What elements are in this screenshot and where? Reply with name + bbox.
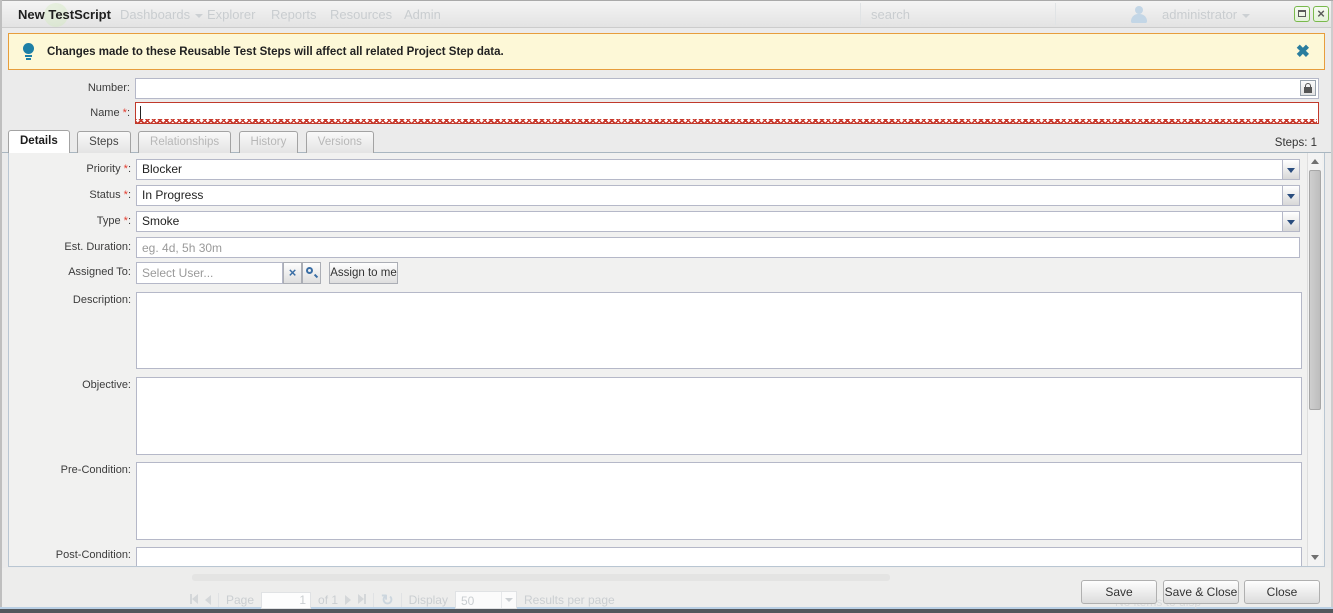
- tab-versions: Versions: [306, 131, 374, 153]
- last-page-icon: [358, 593, 366, 607]
- details-panel: Priority *: Blocker Status *: In Progres…: [8, 153, 1325, 567]
- page-size-value: 50: [461, 594, 474, 608]
- steps-counter: Steps: 1: [1275, 137, 1317, 149]
- page-number-input: [261, 592, 311, 609]
- type-value: Smoke: [142, 214, 179, 228]
- lightbulb-icon: [23, 43, 34, 61]
- panel-scrollbar[interactable]: [1307, 153, 1322, 566]
- assigned-to-label: Assigned To:: [9, 266, 131, 278]
- nav-dashboards: Dashboards: [120, 7, 203, 22]
- est-duration-label: Est. Duration:: [9, 241, 131, 253]
- refresh-icon: ↻: [381, 591, 394, 609]
- status-dropdown-trigger[interactable]: [1282, 186, 1299, 205]
- nav-divider: [1055, 3, 1056, 25]
- lock-icon[interactable]: [1300, 80, 1316, 96]
- pager-divider: [401, 593, 402, 607]
- scrollbar-thumb[interactable]: [1309, 170, 1321, 410]
- magnifier-icon: [306, 267, 318, 279]
- chevron-down-icon: [1287, 194, 1295, 199]
- dismiss-notification-button[interactable]: ✖: [1296, 42, 1310, 62]
- assign-to-me-button[interactable]: Assign to me: [329, 262, 398, 284]
- post-condition-textarea[interactable]: [136, 547, 1302, 567]
- save-and-close-button[interactable]: Save & Close: [1163, 580, 1239, 604]
- tab-steps[interactable]: Steps: [77, 131, 130, 153]
- type-label: Type *:: [9, 215, 131, 227]
- pre-condition-label: Pre-Condition:: [9, 464, 131, 476]
- close-icon: ×: [1317, 6, 1325, 21]
- tab-relationships: Relationships: [138, 131, 231, 153]
- tab-bar: Details Steps Relationships History Vers…: [2, 130, 1331, 153]
- nav-explorer: Explorer: [207, 7, 255, 22]
- post-condition-label: Post-Condition:: [9, 549, 131, 561]
- objective-label: Objective:: [9, 379, 131, 391]
- save-button[interactable]: Save: [1081, 580, 1157, 604]
- nav-divider: [860, 3, 861, 25]
- scroll-down-icon[interactable]: [1311, 555, 1319, 560]
- priority-combo[interactable]: Blocker: [136, 159, 1300, 180]
- number-input[interactable]: [135, 78, 1319, 99]
- new-testscript-window: New TestScript Dashboards Explorer Repor…: [0, 0, 1333, 613]
- search-user-button[interactable]: [302, 262, 321, 284]
- priority-value: Blocker: [142, 162, 182, 176]
- user-avatar-icon: [1130, 5, 1148, 24]
- assigned-to-input[interactable]: [136, 262, 283, 284]
- close-button[interactable]: Close: [1244, 580, 1320, 604]
- clear-icon: ×: [289, 265, 297, 280]
- scroll-up-icon[interactable]: [1311, 159, 1319, 164]
- page-label: Page: [226, 593, 254, 607]
- results-per-page-label: Results per page: [524, 593, 615, 607]
- type-dropdown-trigger[interactable]: [1282, 212, 1299, 231]
- search-input: search: [871, 7, 910, 22]
- page-size-select: 50: [455, 591, 517, 609]
- pager-divider: [373, 593, 374, 607]
- tab-history: History: [239, 131, 299, 153]
- chevron-down-icon: [195, 14, 203, 18]
- type-combo[interactable]: Smoke: [136, 211, 1300, 232]
- background-hscrollbar: [192, 574, 890, 581]
- maximize-button[interactable]: [1294, 6, 1310, 22]
- status-value: In Progress: [142, 188, 203, 202]
- display-label: Display: [409, 593, 448, 607]
- pager-divider: [218, 593, 219, 607]
- priority-dropdown-trigger[interactable]: [1282, 160, 1299, 179]
- nav-admin: Admin: [404, 7, 441, 22]
- clear-user-button[interactable]: ×: [283, 262, 302, 284]
- description-label: Description:: [9, 294, 131, 306]
- chevron-down-icon: [1242, 14, 1250, 18]
- page-of-total: of 1: [318, 593, 338, 607]
- first-page-icon: [190, 593, 198, 607]
- close-window-button[interactable]: ×: [1313, 6, 1329, 22]
- window-title: New TestScript: [18, 7, 111, 22]
- status-label: Status *:: [9, 189, 131, 201]
- status-combo[interactable]: In Progress: [136, 185, 1300, 206]
- objective-textarea[interactable]: [136, 377, 1302, 455]
- chevron-down-icon: [1287, 168, 1295, 173]
- chevron-down-icon: [505, 598, 513, 602]
- window-header: New TestScript Dashboards Explorer Repor…: [2, 1, 1331, 28]
- notification-bar: Changes made to these Reusable Test Step…: [8, 33, 1325, 70]
- description-textarea[interactable]: [136, 292, 1302, 369]
- chevron-down-icon: [1287, 220, 1295, 225]
- nav-resources: Resources: [330, 7, 392, 22]
- maximize-icon: [1298, 10, 1306, 17]
- user-menu: administrator: [1162, 7, 1250, 22]
- number-label: Number:: [8, 82, 130, 94]
- priority-label: Priority *:: [9, 163, 131, 175]
- nav-reports: Reports: [271, 7, 317, 22]
- name-input[interactable]: [135, 102, 1319, 124]
- pre-condition-textarea[interactable]: [136, 462, 1302, 540]
- page-size-trigger: [501, 592, 516, 608]
- text-caret: [140, 106, 141, 120]
- next-page-icon: [345, 595, 351, 605]
- notification-message: Changes made to these Reusable Test Step…: [47, 46, 504, 58]
- tab-details[interactable]: Details: [8, 130, 70, 153]
- est-duration-input[interactable]: [136, 237, 1300, 258]
- background-pagination-bar: Page of 1 ↻ Display 50 Results per page: [190, 590, 615, 610]
- prev-page-icon: [205, 595, 211, 605]
- name-label: Name *:: [8, 107, 130, 119]
